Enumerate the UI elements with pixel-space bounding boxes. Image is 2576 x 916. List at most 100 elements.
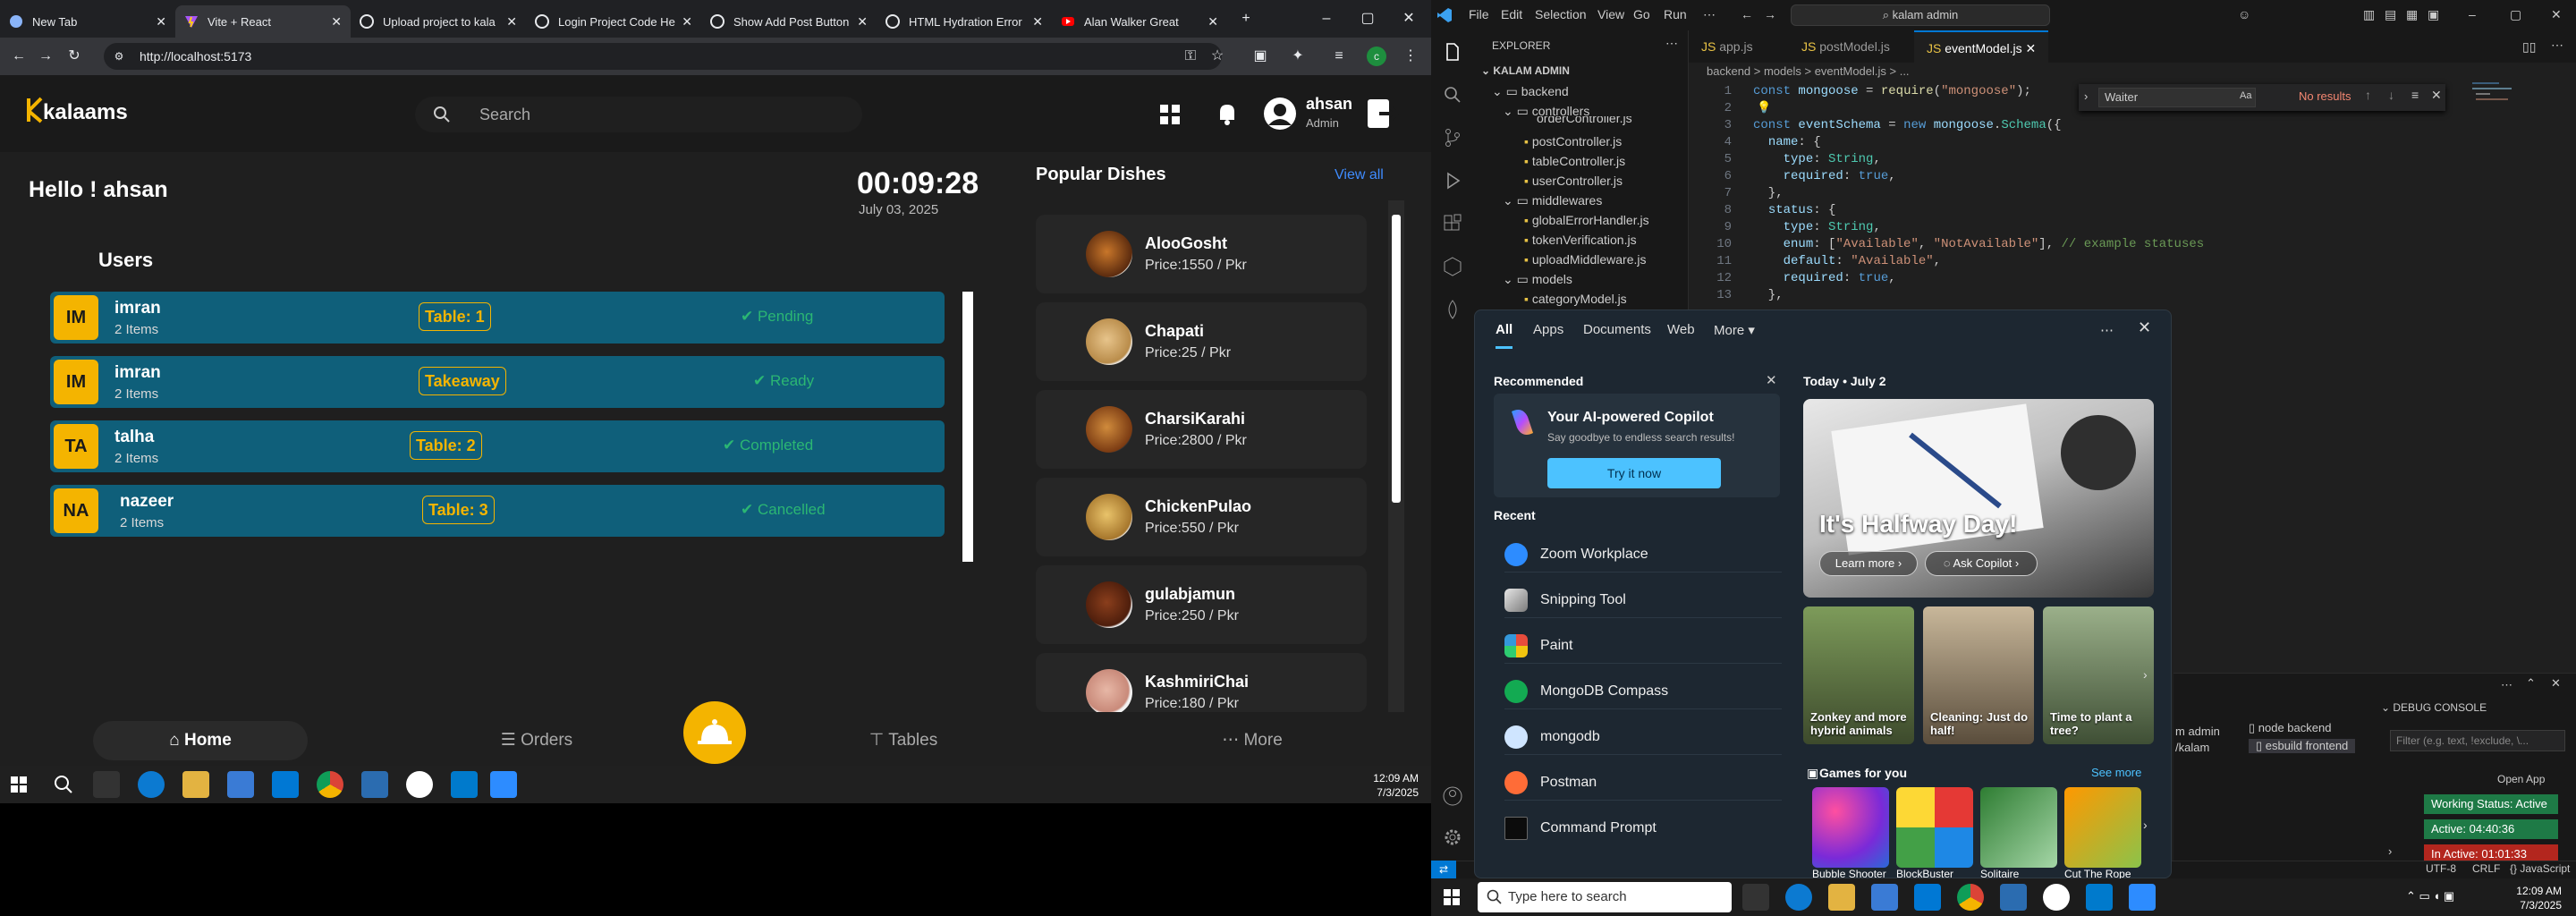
workspace-root[interactable]: ⌄ KALAM ADMIN — [1481, 64, 1570, 77]
maximize-button[interactable]: ▢ — [2510, 7, 2521, 22]
recent-item[interactable]: Command Prompt — [1504, 810, 1782, 846]
layout-toggle-icon[interactable]: ▥ — [2363, 7, 2375, 22]
orders-scrollbar[interactable] — [962, 292, 973, 562]
chrome-icon[interactable] — [317, 771, 343, 798]
tree-file[interactable]: ▪ tableController.js — [1524, 154, 1625, 168]
recent-item[interactable]: mongodb — [1504, 719, 1782, 755]
menu-run[interactable]: Run — [1664, 7, 1687, 21]
close-tab-icon[interactable]: ✕ — [857, 14, 868, 30]
store-icon[interactable] — [227, 771, 254, 798]
order-row[interactable]: TA talha 2 Items Table: 2 ✔ Completed — [50, 420, 945, 472]
close-tab-icon[interactable]: ✕ — [1032, 14, 1043, 30]
see-more-link[interactable]: See more — [2091, 766, 2141, 779]
browser-tab[interactable]: New Tab ✕ — [0, 5, 175, 38]
remote-indicator-icon[interactable]: ⇄ — [1431, 861, 1456, 878]
chrome-menu-icon[interactable]: ⋮ — [1401, 47, 1420, 66]
extension-icon[interactable]: ▣ — [1250, 47, 1270, 66]
search-tab-documents[interactable]: Documents — [1583, 322, 1651, 337]
reload-icon[interactable]: ↻ — [64, 47, 84, 66]
recent-item[interactable]: Snipping Tool — [1504, 582, 1782, 618]
tree-folder[interactable]: ⌄ ▭ middlewares — [1503, 193, 1602, 208]
browser-tab-active[interactable]: Vite + React ✕ — [175, 5, 351, 38]
search-tab-more[interactable]: More ▾ — [1714, 322, 1755, 338]
windows-start-icon[interactable] — [1444, 889, 1460, 905]
menu-file[interactable]: File — [1469, 7, 1489, 21]
status-eol[interactable]: CRLF — [2472, 862, 2500, 875]
recent-item[interactable]: Postman — [1504, 765, 1782, 801]
accounts-icon[interactable] — [1442, 785, 1463, 807]
browser-tab[interactable]: Show Add Post Button ✕ — [701, 5, 877, 38]
tree-file[interactable]: ▪ postController.js — [1524, 134, 1622, 148]
taskbar-search-icon[interactable] — [54, 775, 73, 794]
toggle-replace-icon[interactable]: › — [2084, 89, 2088, 103]
store-icon[interactable] — [1871, 884, 1898, 911]
flyout-more-icon[interactable]: ⋯ — [2100, 322, 2114, 338]
recent-item[interactable]: MongoDB Compass — [1504, 674, 1782, 709]
search-tab-apps[interactable]: Apps — [1533, 322, 1563, 337]
dish-card[interactable]: CharsiKarahi Price:2800 / Pkr — [1036, 390, 1367, 469]
tree-folder[interactable]: ⌄ ▭ models — [1503, 272, 1572, 287]
game-tile[interactable]: Bubble Shooter — [1812, 787, 1889, 880]
search-icon[interactable] — [1442, 84, 1463, 106]
editor-tab-active[interactable]: JS eventModel.js ✕ — [1914, 30, 2049, 63]
media-icon[interactable]: ≡ — [1329, 47, 1349, 66]
profile-avatar[interactable]: c — [1367, 47, 1386, 66]
terminal-instance[interactable]: ▯ node backend — [2249, 721, 2331, 735]
tree-file[interactable]: ▪ uploadMiddleware.js — [1524, 252, 1647, 267]
close-tab-icon[interactable]: ✕ — [2026, 41, 2037, 55]
learn-more-button[interactable]: Learn more › — [1819, 551, 1918, 576]
menu-view[interactable]: View — [1597, 7, 1624, 21]
news-card[interactable]: Cleaning: Just do half! — [1923, 606, 2034, 744]
dishes-scroll-thumb[interactable] — [1392, 215, 1401, 503]
search-tab-web[interactable]: Web — [1667, 322, 1695, 337]
recent-item[interactable]: Paint — [1504, 628, 1782, 664]
new-tab-button[interactable]: + — [1234, 7, 1258, 30]
maximize-button[interactable]: ▢ — [1356, 7, 1379, 30]
sidebar-toggle-icon[interactable]: ▦ — [2406, 7, 2418, 22]
nav-orders[interactable]: ☰ Orders — [465, 721, 608, 760]
dish-card[interactable]: AlooGosht Price:1550 / Pkr — [1036, 215, 1367, 293]
minimap[interactable] — [2472, 81, 2526, 116]
match-case-icon[interactable]: Aa — [2240, 90, 2251, 101]
minimize-button[interactable]: – — [1315, 7, 1338, 30]
close-tab-icon[interactable]: ✕ — [331, 14, 342, 30]
menu-more-icon[interactable]: ⋯ — [1703, 7, 1716, 22]
debug-filter-input[interactable]: Filter (e.g. text, !exclude, \... — [2390, 730, 2565, 751]
file-explorer-icon[interactable] — [182, 771, 209, 798]
panel-more-icon[interactable]: ⋯ — [2501, 678, 2512, 692]
terminal-instance-active[interactable]: ▯ esbuild frontend — [2249, 739, 2356, 753]
zoom-icon[interactable] — [2129, 884, 2156, 911]
notification-bell-icon[interactable] — [1216, 102, 1238, 125]
editor-more-icon[interactable]: ⋯ — [2551, 38, 2563, 53]
explorer-more-icon[interactable]: ⋯ — [1665, 36, 1678, 51]
tree-file[interactable]: ▪ tokenVerification.js — [1524, 233, 1637, 247]
mongodb-leaf-icon[interactable] — [1442, 299, 1463, 320]
tree-folder[interactable]: ⌄ ▭ backend — [1492, 84, 1569, 99]
panel-toggle-icon[interactable]: ▤ — [2385, 7, 2396, 22]
mail-icon[interactable] — [272, 771, 299, 798]
menu-edit[interactable]: Edit — [1501, 7, 1522, 21]
edge-icon[interactable] — [138, 771, 165, 798]
customize-layout-icon[interactable]: ▣ — [2428, 7, 2439, 22]
close-tab-icon[interactable]: ✕ — [506, 14, 517, 30]
next-match-icon[interactable]: ↓ — [2388, 88, 2394, 102]
tree-file[interactable]: orderController.js — [1537, 116, 1632, 125]
view-all-link[interactable]: View all — [1335, 167, 1384, 183]
nav-home[interactable]: ⌂ Home — [93, 721, 308, 760]
editor-tab[interactable]: JS app.js — [1689, 30, 1766, 63]
debug-console-tab[interactable]: ⌄ DEBUG CONSOLE — [2381, 701, 2487, 714]
dish-card[interactable]: ChickenPulao Price:550 / Pkr — [1036, 478, 1367, 556]
ask-copilot-button[interactable]: ◌ Ask Copilot › — [1925, 551, 2038, 576]
tree-file[interactable]: ▪ globalErrorHandler.js — [1524, 213, 1649, 227]
dish-card[interactable]: KashmiriChai Price:180 / Pkr — [1036, 653, 1367, 712]
nav-tables[interactable]: ⊤ Tables — [832, 721, 975, 760]
browser-tab[interactable]: Alan Walker Great ✕ — [1052, 5, 1227, 38]
close-panel-icon[interactable]: ✕ — [2551, 676, 2561, 691]
logout-icon[interactable] — [1367, 98, 1399, 129]
close-find-icon[interactable]: ✕ — [2431, 88, 2442, 103]
dish-card[interactable]: Chapati Price:25 / Pkr — [1036, 302, 1367, 381]
find-input[interactable]: Waiter — [2098, 88, 2256, 107]
system-tray-icons[interactable]: ⌃ ▭ ◖ ▣ — [2406, 889, 2454, 903]
mail-icon[interactable] — [1914, 884, 1941, 911]
nav-forward-icon[interactable]: → — [1764, 7, 1776, 21]
